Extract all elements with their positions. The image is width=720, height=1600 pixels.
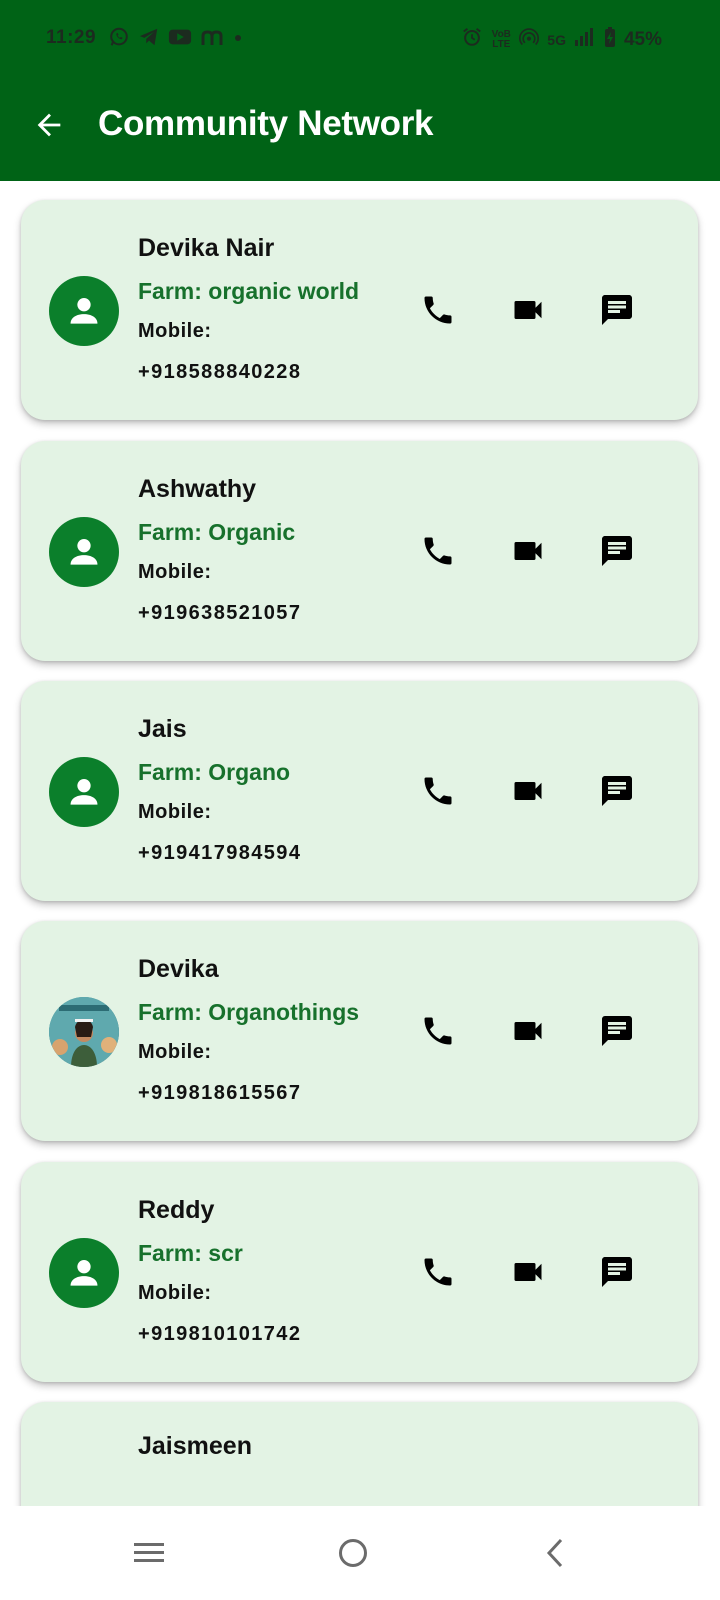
system-navigation-bar — [0, 1506, 720, 1600]
contact-name: Devika — [138, 955, 219, 983]
phone-icon — [424, 296, 452, 324]
person-icon — [49, 517, 119, 587]
contact-farm: Farm: Organothings — [138, 999, 360, 1025]
app-bar: 11:29 VoB LTE 5G 45% Community Network — [0, 0, 720, 181]
contact-phone: +919417984594 — [138, 842, 302, 864]
alarm-icon — [461, 26, 483, 54]
message-button[interactable] — [595, 1250, 639, 1294]
contact-card[interactable]: Devika Farm: Organothings Mobile: +91981… — [21, 921, 698, 1141]
contact-name: Jaismeen — [138, 1432, 252, 1460]
mobile-label: Mobile: — [138, 1041, 212, 1063]
contact-card[interactable]: Devika Nair Farm: organic world Mobile: … — [21, 200, 698, 420]
video-camera-icon — [514, 1263, 542, 1281]
contact-phone: +919638521057 — [138, 602, 302, 624]
contact-card[interactable]: Ashwathy Farm: Organic Mobile: +91963852… — [21, 441, 698, 661]
mobile-label: Mobile: — [138, 320, 212, 342]
message-button[interactable] — [595, 1009, 639, 1053]
call-button[interactable] — [416, 529, 460, 573]
mobile-label: Mobile: — [138, 801, 212, 823]
phone-icon — [424, 1017, 452, 1045]
contact-card[interactable]: Jais Farm: Organo Mobile: +919417984594 — [21, 681, 698, 901]
message-icon — [602, 536, 632, 566]
m-app-icon — [200, 26, 224, 54]
video-call-button[interactable] — [506, 769, 550, 813]
video-call-button[interactable] — [506, 288, 550, 332]
back-nav-button[interactable] — [531, 1528, 581, 1578]
menu-icon — [134, 1543, 164, 1562]
message-button[interactable] — [595, 529, 639, 573]
phone-icon — [424, 777, 452, 805]
toolbar: Community Network — [0, 90, 720, 160]
notification-icons — [108, 26, 244, 54]
contact-farm: Farm: Organic — [138, 519, 296, 545]
recent-apps-button[interactable] — [124, 1528, 174, 1578]
arrow-back-icon — [37, 113, 61, 137]
home-circle-icon — [339, 1539, 367, 1567]
battery-charging-icon — [604, 26, 616, 54]
call-button[interactable] — [416, 1009, 460, 1053]
video-camera-icon — [514, 1022, 542, 1040]
message-icon — [602, 1016, 632, 1046]
battery-level: 45% — [623, 29, 662, 50]
system-status-icons: VoB LTE 5G 45% — [461, 26, 662, 54]
message-icon — [602, 776, 632, 806]
contact-card[interactable]: Jaismeen — [21, 1402, 698, 1506]
contact-name: Devika Nair — [138, 234, 275, 262]
telegram-icon — [138, 26, 160, 54]
contact-farm: Farm: Organo — [138, 759, 291, 785]
contact-farm: Farm: organic world — [138, 278, 360, 304]
call-button[interactable] — [416, 288, 460, 332]
volte-label: VoB LTE — [491, 29, 511, 50]
person-icon — [49, 757, 119, 827]
phone-icon — [424, 1258, 452, 1286]
video-camera-icon — [514, 782, 542, 800]
message-button[interactable] — [595, 769, 639, 813]
hotspot-icon — [519, 27, 540, 53]
mobile-label: Mobile: — [138, 561, 212, 583]
message-button[interactable] — [595, 288, 639, 332]
status-time: 11:29 — [46, 27, 97, 48]
mobile-label: Mobile: — [138, 1282, 212, 1304]
video-call-button[interactable] — [506, 1009, 550, 1053]
dot-icon — [232, 26, 244, 54]
person-icon — [49, 276, 119, 346]
contact-name: Ashwathy — [138, 475, 257, 503]
message-icon — [602, 295, 632, 325]
contact-name: Jais — [138, 715, 187, 743]
person-icon — [49, 1238, 119, 1308]
home-button[interactable] — [328, 1528, 378, 1578]
signal-icon — [574, 27, 596, 53]
profile-photo — [49, 997, 119, 1067]
video-call-button[interactable] — [506, 529, 550, 573]
call-button[interactable] — [416, 769, 460, 813]
contact-phone: +919810101742 — [138, 1323, 302, 1345]
contact-list[interactable]: Devika Nair Farm: organic world Mobile: … — [0, 181, 720, 1506]
call-button[interactable] — [416, 1250, 460, 1294]
video-call-button[interactable] — [506, 1250, 550, 1294]
whatsapp-icon — [108, 26, 130, 54]
message-icon — [602, 1257, 632, 1287]
youtube-icon — [168, 26, 192, 54]
back-button[interactable] — [26, 102, 72, 148]
chevron-left-icon — [546, 1538, 563, 1568]
network-type: 5G — [547, 32, 566, 48]
contact-name: Reddy — [138, 1196, 215, 1224]
status-bar: 11:29 VoB LTE 5G 45% — [0, 0, 720, 78]
video-camera-icon — [514, 301, 542, 319]
contact-phone: +918588840228 — [138, 361, 302, 383]
contact-phone: +919818615567 — [138, 1082, 302, 1104]
page-title: Community Network — [98, 104, 434, 143]
contact-farm: Farm: scr — [138, 1240, 243, 1266]
video-camera-icon — [514, 542, 542, 560]
phone-icon — [424, 537, 452, 565]
contact-card[interactable]: Reddy Farm: scr Mobile: +919810101742 — [21, 1162, 698, 1382]
